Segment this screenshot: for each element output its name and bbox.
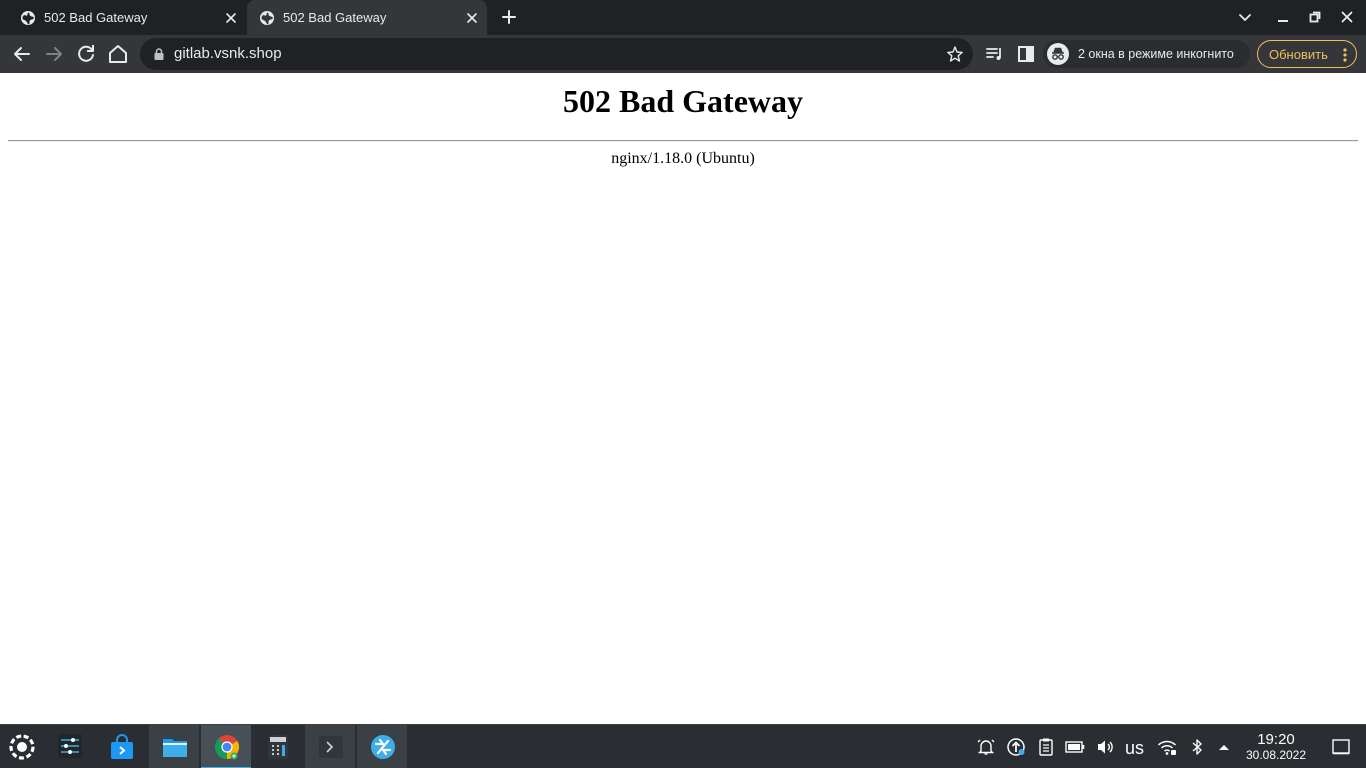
tab-strip: 502 Bad Gateway 502 Bad Gateway — [0, 0, 1366, 35]
tab-title: 502 Bad Gateway — [44, 10, 148, 25]
close-window-icon[interactable] — [1338, 8, 1356, 26]
file-manager-button[interactable] — [149, 725, 199, 768]
remmina-icon — [371, 735, 395, 759]
calculator-button[interactable] — [252, 725, 302, 768]
close-icon[interactable] — [463, 9, 481, 27]
screen: 502 Bad Gateway 502 Bad Gateway gitlab.v… — [0, 0, 1366, 768]
error-heading: 502 Bad Gateway — [563, 83, 803, 119]
updates-icon[interactable] — [1006, 737, 1026, 757]
side-panel-icon[interactable] — [1014, 42, 1038, 66]
calculator-icon — [268, 735, 288, 759]
new-tab-button[interactable] — [498, 6, 520, 28]
bluetooth-icon[interactable] — [1187, 737, 1207, 757]
server-signature: nginx/1.18.0 (Ubuntu) — [611, 150, 755, 167]
chrome-button[interactable] — [201, 725, 251, 768]
discover-store-icon — [111, 734, 133, 759]
minimize-icon[interactable] — [1274, 8, 1292, 26]
home-icon[interactable] — [106, 42, 130, 66]
discover-store-button[interactable] — [96, 725, 146, 768]
address-bar[interactable]: gitlab.vsnk.shop — [140, 38, 973, 70]
volume-icon[interactable] — [1095, 737, 1115, 757]
clock-date[interactable]: 30.08.2022 — [1240, 748, 1312, 762]
update-label: Обновить — [1269, 47, 1328, 62]
globe-icon — [21, 11, 35, 25]
horizontal-rule — [8, 140, 1358, 142]
close-icon[interactable] — [222, 9, 240, 27]
back-arrow-icon[interactable] — [10, 42, 34, 66]
keyboard-layout-indicator[interactable]: us — [1125, 738, 1144, 758]
more-menu-icon[interactable] — [1342, 47, 1348, 63]
tab-search-chevron-icon[interactable] — [1236, 8, 1254, 26]
battery-icon[interactable] — [1065, 737, 1085, 757]
reload-icon[interactable] — [74, 42, 98, 66]
show-desktop-icon[interactable] — [1331, 737, 1351, 757]
taskbar: us 19:20 30.08.2022 — [0, 724, 1366, 768]
incognito-indicator[interactable]: 2 окна в режиме инкогнито — [1043, 40, 1250, 68]
tray-expand-arrow-icon[interactable] — [1214, 737, 1234, 757]
page-content: 502 Bad Gateway nginx/1.18.0 (Ubuntu) — [0, 73, 1366, 724]
terminal-button[interactable] — [305, 725, 355, 768]
bookmark-star-icon[interactable] — [946, 45, 964, 63]
browser-toolbar: gitlab.vsnk.shop 2 окна в режиме инкогни… — [0, 35, 1366, 73]
tab-first[interactable]: 502 Bad Gateway — [8, 0, 246, 35]
application-launcher-button[interactable] — [0, 725, 50, 768]
clipboard-icon[interactable] — [1036, 737, 1056, 757]
restore-icon[interactable] — [1306, 8, 1324, 26]
tab-title: 502 Bad Gateway — [283, 10, 387, 25]
forward-arrow-icon[interactable] — [42, 42, 66, 66]
system-settings-icon — [58, 734, 82, 758]
system-settings-button[interactable] — [45, 725, 95, 768]
file-manager-icon — [163, 739, 187, 757]
globe-icon — [260, 11, 274, 25]
url-text: gitlab.vsnk.shop — [174, 45, 282, 62]
incognito-label: 2 окна в режиме инкогнито — [1078, 47, 1234, 61]
remmina-button[interactable] — [357, 725, 407, 768]
notifications-bell-icon[interactable] — [976, 737, 996, 757]
application-launcher-icon — [9, 734, 35, 760]
lock-icon[interactable] — [152, 47, 166, 61]
terminal-icon — [319, 736, 343, 758]
chrome-icon — [214, 735, 240, 760]
update-button[interactable]: Обновить — [1257, 40, 1357, 68]
clock-time[interactable]: 19:20 — [1252, 731, 1300, 748]
media-queue-icon[interactable] — [983, 42, 1007, 66]
wifi-icon[interactable] — [1157, 737, 1177, 757]
tab-active[interactable]: 502 Bad Gateway — [247, 0, 487, 35]
incognito-icon — [1047, 43, 1069, 65]
